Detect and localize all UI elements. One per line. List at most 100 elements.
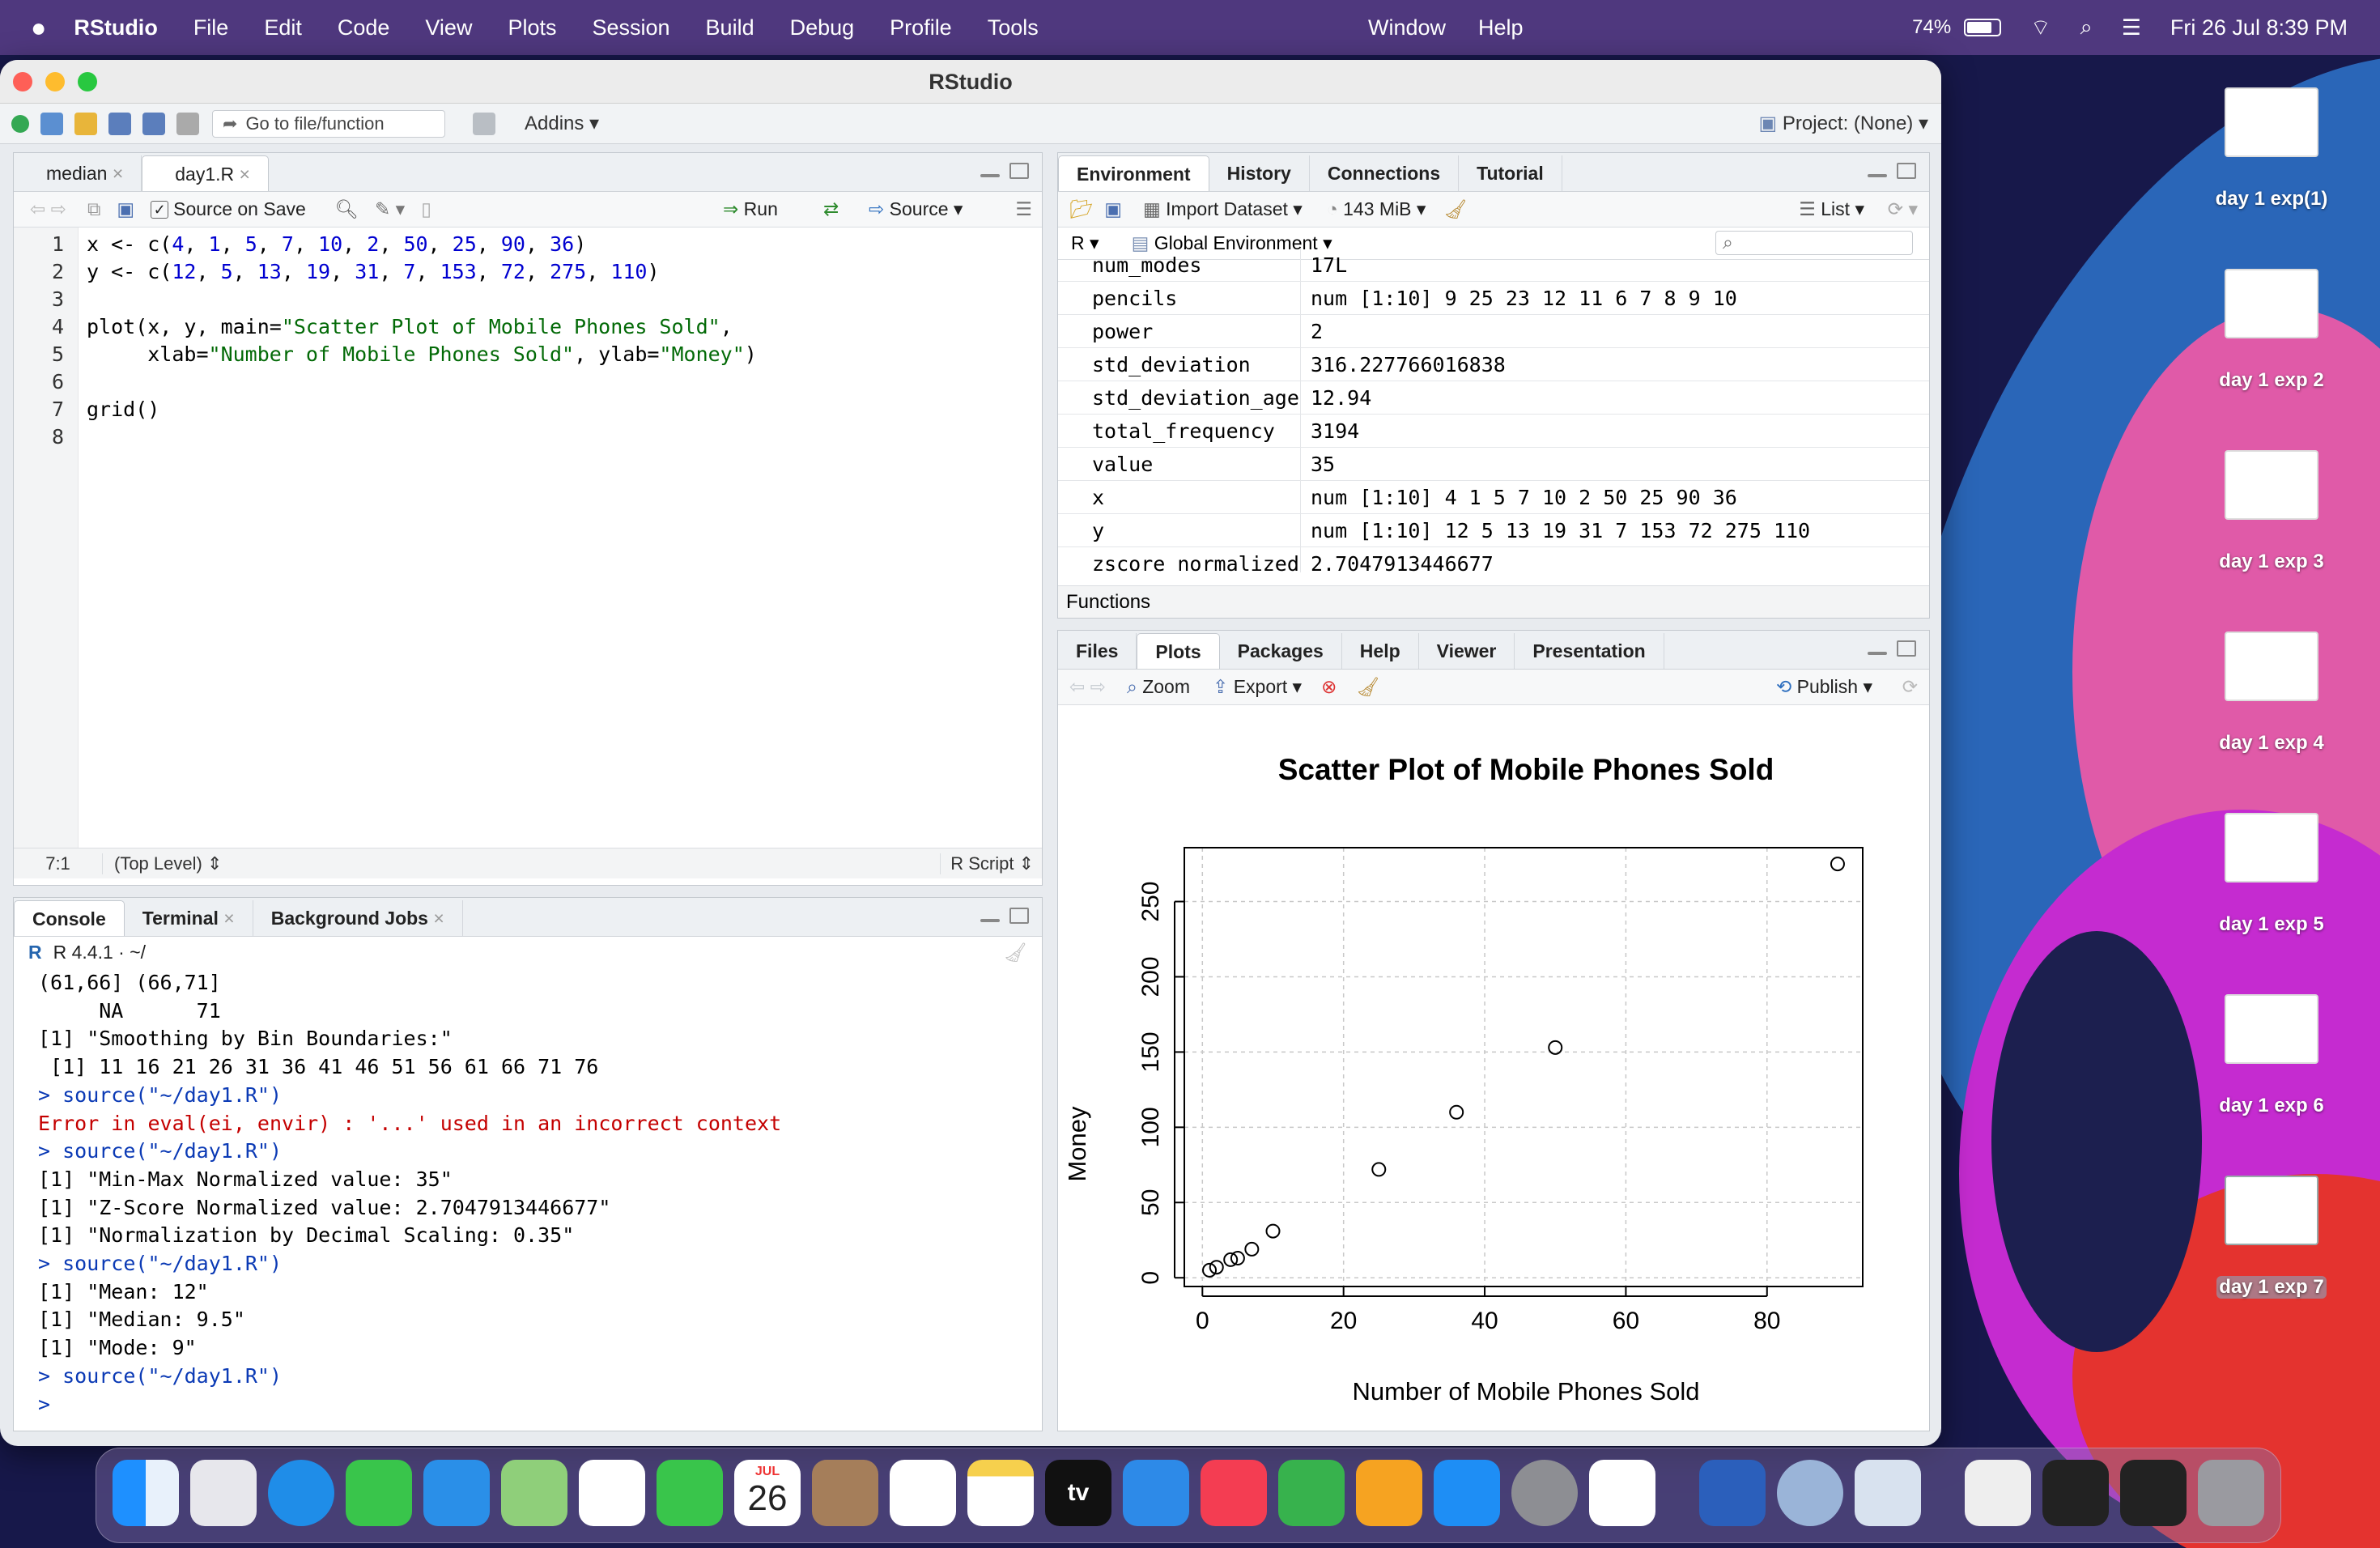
- tab-tutorial[interactable]: Tutorial: [1459, 155, 1562, 191]
- photos-icon[interactable]: [579, 1460, 645, 1526]
- trash-icon[interactable]: [2198, 1460, 2264, 1526]
- tab-connections[interactable]: Connections: [1310, 155, 1460, 191]
- code-tools-icon[interactable]: ✎ ▾: [375, 198, 405, 220]
- file-thumbnail[interactable]: [2225, 813, 2318, 882]
- menu-file[interactable]: File: [193, 15, 229, 40]
- file-thumbnail[interactable]: [2225, 450, 2318, 520]
- pane-layout-icon[interactable]: [473, 112, 495, 135]
- menu-plots[interactable]: Plots: [508, 15, 556, 40]
- contacts-icon[interactable]: [812, 1460, 878, 1526]
- tab-packages[interactable]: Packages: [1220, 633, 1342, 669]
- code-area[interactable]: 1 2 3 4 5 6 7 8 x <- c(4, 1, 5, 7, 10, 2…: [14, 228, 1042, 848]
- file-type-selector[interactable]: R Script ⇕: [940, 853, 1034, 874]
- pane-window-controls[interactable]: [980, 908, 1029, 924]
- file-label[interactable]: day 1 exp 7: [2216, 1276, 2327, 1299]
- menu-profile[interactable]: Profile: [890, 15, 952, 40]
- back-arrow-icon[interactable]: ⇦ ⇨: [30, 198, 66, 220]
- menu-app-name[interactable]: RStudio: [74, 15, 157, 40]
- env-row[interactable]: y num [1:10] 12 5 13 19 31 7 153 72 275 1…: [1058, 514, 1929, 547]
- menu-window[interactable]: Window: [1368, 15, 1446, 40]
- outline-icon[interactable]: ☰: [1015, 198, 1032, 220]
- env-row[interactable]: pencils num [1:10] 9 25 23 12 11 6 7 8 9 …: [1058, 282, 1929, 315]
- safari-icon[interactable]: [268, 1460, 334, 1526]
- word-icon[interactable]: [1699, 1460, 1766, 1526]
- zoom-button[interactable]: ⌕ Zoom: [1127, 676, 1190, 698]
- file-label[interactable]: day 1 exp 6: [2186, 1095, 2357, 1117]
- run-button[interactable]: ⇒ Run: [723, 198, 778, 220]
- tab-history[interactable]: History: [1209, 155, 1310, 191]
- apple-tv-icon[interactable]: tv: [1045, 1460, 1111, 1526]
- env-row[interactable]: total_frequency 3194: [1058, 415, 1929, 448]
- launchpad-icon[interactable]: [190, 1460, 257, 1526]
- apple-icon[interactable]: ●: [31, 13, 46, 43]
- scope-selector[interactable]: (Top Level) ⇕: [114, 853, 222, 874]
- save-icon[interactable]: ▣: [117, 198, 134, 220]
- import-dataset-button[interactable]: ▦ Import Dataset ▾: [1143, 198, 1303, 220]
- tab-terminal[interactable]: Terminal ×: [125, 900, 253, 936]
- document-icon[interactable]: [1965, 1460, 2031, 1526]
- env-row[interactable]: value 35: [1058, 448, 1929, 481]
- goto-file-input[interactable]: ➦ Go to file/function: [212, 109, 445, 138]
- rerun-icon[interactable]: ⇄: [823, 198, 839, 220]
- file-label[interactable]: day 1 exp 3: [2186, 551, 2357, 573]
- tab-plots[interactable]: Plots: [1137, 633, 1220, 669]
- tab-viewer[interactable]: Viewer: [1419, 633, 1515, 669]
- env-row[interactable]: power 2: [1058, 315, 1929, 348]
- open-file-icon[interactable]: [74, 112, 97, 135]
- app-store-icon[interactable]: [1434, 1460, 1500, 1526]
- save-all-icon[interactable]: [142, 112, 165, 135]
- env-row[interactable]: std_deviation_age 12.94: [1058, 381, 1929, 415]
- rstudio-icon[interactable]: [1777, 1460, 1843, 1526]
- env-row[interactable]: zscore_normalized 2.7047913446677: [1058, 547, 1929, 572]
- project-menu[interactable]: ▣ Project: (None) ▾: [1759, 112, 1928, 135]
- menu-edit[interactable]: Edit: [264, 15, 302, 40]
- new-project-icon[interactable]: [40, 112, 63, 135]
- file-thumbnail[interactable]: [2225, 632, 2318, 701]
- menu-tools[interactable]: Tools: [988, 15, 1039, 40]
- refresh-icon[interactable]: ⟳ ▾: [1888, 198, 1918, 220]
- new-file-icon[interactable]: [11, 114, 29, 133]
- window-stack-icon[interactable]: [2120, 1460, 2187, 1526]
- find-icon[interactable]: 🔍︎: [335, 198, 359, 220]
- tab-console[interactable]: Console: [14, 900, 125, 936]
- refresh-plot-icon[interactable]: ⟳: [1902, 676, 1918, 698]
- facetime-icon[interactable]: [657, 1460, 723, 1526]
- vscode-icon[interactable]: [1589, 1460, 1655, 1526]
- tab-environment[interactable]: Environment: [1058, 155, 1209, 191]
- remove-plot-icon[interactable]: ⊗: [1321, 676, 1337, 698]
- menu-session[interactable]: Session: [592, 15, 669, 40]
- close-window-button[interactable]: [13, 72, 32, 91]
- file-thumbnail[interactable]: [2225, 87, 2318, 157]
- keynote-icon[interactable]: [1123, 1460, 1189, 1526]
- minimize-window-button[interactable]: [45, 72, 65, 91]
- tab-day1[interactable]: day1.R ×: [142, 155, 269, 191]
- pane-window-controls[interactable]: [1868, 163, 1916, 179]
- close-tab-icon[interactable]: ×: [433, 908, 444, 929]
- source-on-save-checkbox[interactable]: ✓ Source on Save: [151, 198, 306, 220]
- menu-code[interactable]: Code: [338, 15, 390, 40]
- close-tab-icon[interactable]: ×: [240, 164, 250, 185]
- mail-icon[interactable]: [423, 1460, 490, 1526]
- file-label[interactable]: day 1 exp(1): [2186, 188, 2357, 211]
- load-workspace-icon[interactable]: 📂︎: [1069, 198, 1093, 220]
- publish-button[interactable]: ⟲ Publish ▾: [1776, 676, 1872, 698]
- messages-icon[interactable]: [346, 1460, 412, 1526]
- tab-files[interactable]: Files: [1058, 633, 1137, 669]
- file-thumbnail[interactable]: [2225, 1176, 2318, 1245]
- save-icon[interactable]: [108, 112, 131, 135]
- file-label[interactable]: day 1 exp 5: [2186, 913, 2357, 936]
- tab-background-jobs[interactable]: Background Jobs ×: [253, 900, 463, 936]
- compile-report-icon[interactable]: ▯: [421, 198, 431, 220]
- menu-help[interactable]: Help: [1478, 15, 1524, 40]
- finder-icon[interactable]: [113, 1460, 179, 1526]
- menu-view[interactable]: View: [425, 15, 472, 40]
- source-button[interactable]: ⇨ Source ▾: [869, 198, 963, 220]
- close-tab-icon[interactable]: ×: [223, 908, 234, 929]
- env-row[interactable]: num_modes 17L: [1058, 249, 1929, 282]
- view-mode-select[interactable]: ☰ List ▾: [1799, 198, 1864, 220]
- save-workspace-icon[interactable]: ▣: [1104, 198, 1122, 220]
- export-button[interactable]: ⇪ Export ▾: [1213, 676, 1302, 698]
- clear-env-icon[interactable]: 🧹︎: [1443, 198, 1467, 220]
- system-settings-icon[interactable]: [1511, 1460, 1578, 1526]
- print-icon[interactable]: [176, 112, 199, 135]
